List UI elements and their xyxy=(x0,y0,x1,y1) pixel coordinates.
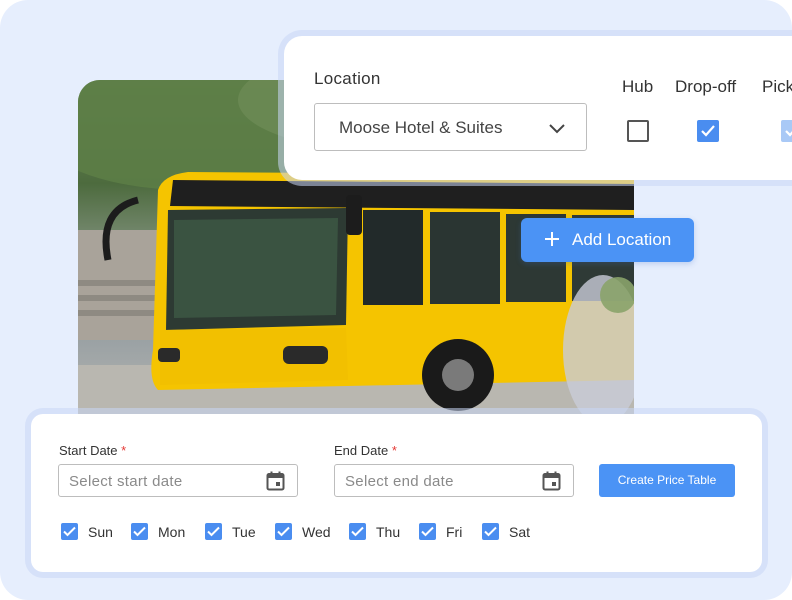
checkbox-checked-icon[interactable] xyxy=(275,523,292,540)
calendar-icon[interactable] xyxy=(266,471,285,496)
location-label: Location xyxy=(314,69,381,88)
location-card: Location Moose Hotel & Suites Hub Drop-o… xyxy=(284,36,792,180)
date-card: Start Date * Select start date End Date … xyxy=(31,414,762,572)
dropoff-checkbox[interactable] xyxy=(697,120,719,142)
column-dropoff-label: Drop-off xyxy=(675,77,737,96)
start-date-placeholder: Select start date xyxy=(69,473,183,490)
chevron-down-icon xyxy=(548,119,566,142)
location-select[interactable]: Moose Hotel & Suites xyxy=(314,103,587,151)
end-date-label: End Date * xyxy=(334,443,397,458)
add-location-button[interactable]: Add Location xyxy=(521,218,694,262)
location-select-value: Moose Hotel & Suites xyxy=(339,118,503,137)
pick-checkbox[interactable] xyxy=(781,120,792,142)
checkbox-checked-icon[interactable] xyxy=(419,523,436,540)
add-location-label: Add Location xyxy=(572,230,672,249)
end-date-input[interactable]: Select end date xyxy=(334,464,574,497)
column-hub-label: Hub xyxy=(622,77,654,96)
checkbox-checked-icon[interactable] xyxy=(349,523,366,540)
create-price-table-button[interactable]: Create Price Table xyxy=(599,464,735,497)
calendar-icon[interactable] xyxy=(542,471,561,496)
checkbox-checked-icon[interactable] xyxy=(205,523,222,540)
checkbox-checked-icon[interactable] xyxy=(131,523,148,540)
plus-icon xyxy=(543,230,561,253)
start-date-input[interactable]: Select start date xyxy=(58,464,298,497)
start-date-label: Start Date * xyxy=(59,443,127,458)
checkbox-checked-icon[interactable] xyxy=(482,523,499,540)
hub-checkbox[interactable] xyxy=(627,120,649,142)
end-date-placeholder: Select end date xyxy=(345,473,454,490)
checkbox-checked-icon[interactable] xyxy=(61,523,78,540)
column-pick-label: Pick xyxy=(762,77,792,96)
